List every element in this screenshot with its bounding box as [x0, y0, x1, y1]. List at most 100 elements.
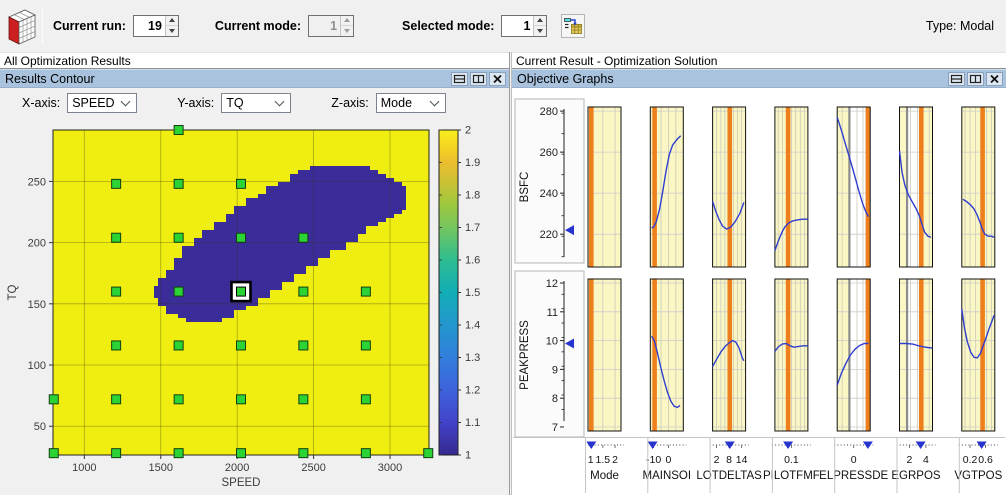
design-point-marker[interactable]: [236, 340, 246, 351]
close-button[interactable]: [489, 71, 506, 86]
current-run-spinner[interactable]: 19: [132, 14, 179, 37]
svg-text:2000: 2000: [225, 462, 249, 474]
toolbar: Current run: 19 Current mode: 1 Selected…: [0, 0, 1006, 51]
split-vertical-button[interactable]: [967, 71, 984, 86]
current-value-line: [785, 279, 791, 431]
design-point-marker[interactable]: [298, 286, 309, 297]
design-point-marker[interactable]: [236, 178, 246, 189]
design-point-marker[interactable]: [173, 340, 184, 351]
svg-text:2: 2: [612, 454, 618, 466]
variable-name-label: EGRPOS: [891, 470, 941, 482]
svg-text:2: 2: [465, 125, 471, 137]
spin-down-arrow[interactable]: [165, 25, 178, 36]
design-point-marker[interactable]: [111, 394, 122, 405]
design-point-marker[interactable]: [423, 448, 434, 459]
design-point-marker[interactable]: [173, 394, 184, 405]
svg-text:1: 1: [465, 450, 471, 462]
design-point-marker[interactable]: [360, 448, 371, 459]
design-point-marker[interactable]: [360, 286, 371, 297]
current-value-line: [589, 107, 594, 267]
objective-graphs-plot: 220240260280BSFC789101112PEAKPRESS1 1.5 2M…: [513, 98, 1005, 493]
selected-mode-spinner[interactable]: 1: [501, 14, 548, 37]
objective-row-label: BSFC: [519, 172, 531, 203]
svg-text:1.5: 1.5: [465, 287, 480, 299]
spin-down-arrow[interactable]: [534, 25, 547, 36]
current-value-line: [865, 107, 871, 267]
current-value-line: [785, 107, 791, 267]
objective-graphs-titlebar[interactable]: Objective Graphs: [512, 69, 1006, 88]
y-axis-select[interactable]: TQ: [221, 93, 292, 113]
variable-name-label: Mode: [590, 470, 619, 482]
variable-name-label: ELPRESSDE: [819, 470, 888, 482]
design-point-marker[interactable]: [360, 340, 371, 351]
x-axis-select[interactable]: SPEED: [67, 93, 138, 113]
spin-up-arrow[interactable]: [534, 15, 547, 26]
spin-up-arrow[interactable]: [165, 15, 178, 26]
svg-text:280: 280: [540, 106, 558, 118]
close-icon: [493, 74, 502, 83]
svg-text:2: 2: [906, 454, 912, 466]
design-point-marker[interactable]: [236, 232, 246, 243]
z-axis-select[interactable]: Mode: [375, 93, 446, 113]
svg-text:1: 1: [588, 454, 594, 466]
svg-text:1.5: 1.5: [596, 454, 611, 466]
svg-text:8: 8: [726, 454, 732, 466]
svg-text:1.3: 1.3: [465, 352, 480, 364]
svg-text:-10: -10: [646, 454, 661, 466]
svg-text:0: 0: [851, 454, 857, 466]
design-point-marker[interactable]: [111, 286, 122, 297]
design-point-marker[interactable]: [173, 448, 184, 459]
design-point-marker[interactable]: [111, 178, 122, 189]
design-point-marker[interactable]: [111, 232, 122, 243]
variable-name-label: VGTPOS: [954, 470, 1002, 482]
variable-name-label: MAINSOI: [643, 470, 692, 482]
svg-text:240: 240: [540, 188, 558, 200]
design-point-marker[interactable]: [236, 394, 246, 405]
current-value-line: [980, 107, 985, 267]
results-contour-titlebar[interactable]: Results Contour: [0, 69, 509, 88]
svg-text:1.1: 1.1: [465, 417, 480, 429]
export-to-table-button[interactable]: [561, 13, 586, 38]
design-point-marker[interactable]: [298, 340, 309, 351]
svg-text:1.7: 1.7: [465, 222, 480, 234]
svg-text:9: 9: [552, 364, 558, 376]
split-vertical-button[interactable]: [470, 71, 487, 86]
design-point-marker[interactable]: [298, 394, 309, 405]
design-point-marker[interactable]: [111, 448, 122, 459]
y-axis-label: Y-axis:: [177, 96, 215, 110]
split-horizontal-button[interactable]: [948, 71, 965, 86]
design-point-marker[interactable]: [298, 448, 309, 459]
svg-text:100: 100: [28, 360, 46, 372]
current-value-line: [918, 279, 924, 431]
design-point-marker[interactable]: [48, 448, 59, 459]
design-point-marker[interactable]: [173, 286, 184, 297]
main-area: All Optimization Results Results Contour: [0, 52, 1006, 495]
split-horizontal-button[interactable]: [451, 71, 468, 86]
spin-up-arrow: [341, 15, 354, 26]
design-point-marker[interactable]: [236, 448, 246, 459]
current-value-line: [589, 279, 594, 431]
svg-text:0.6: 0.6: [978, 454, 993, 466]
selected-design-point-marker[interactable]: [236, 286, 246, 297]
design-point-marker[interactable]: [48, 394, 59, 405]
svg-text:220: 220: [540, 229, 558, 241]
design-point-marker[interactable]: [111, 340, 122, 351]
svg-text:1.4: 1.4: [465, 320, 480, 332]
design-point-marker[interactable]: [173, 232, 184, 243]
y-axis-title: TQ: [7, 284, 19, 300]
svg-text:0.2: 0.2: [963, 454, 978, 466]
design-point-marker[interactable]: [360, 394, 371, 405]
close-button[interactable]: [986, 71, 1003, 86]
selected-mode-label: Selected mode:: [402, 18, 495, 33]
variable-name-label: LOTDELTAS: [696, 470, 762, 482]
results-contour-plot[interactable]: 1000 1500 2000 2500 3000 50 100 150 200 250 SPEED T…: [2, 118, 507, 494]
variable-slider-handle[interactable]: [915, 441, 926, 450]
variable-slider-handle[interactable]: [647, 441, 658, 450]
variable-slider-handle[interactable]: [862, 441, 873, 450]
design-point-marker[interactable]: [173, 125, 184, 135]
x-axis-title: SPEED: [222, 477, 261, 489]
split-horizontal-icon: [453, 74, 466, 83]
design-point-marker[interactable]: [298, 232, 309, 243]
design-point-marker[interactable]: [173, 178, 184, 189]
left-panel-header: All Optimization Results: [0, 52, 509, 69]
